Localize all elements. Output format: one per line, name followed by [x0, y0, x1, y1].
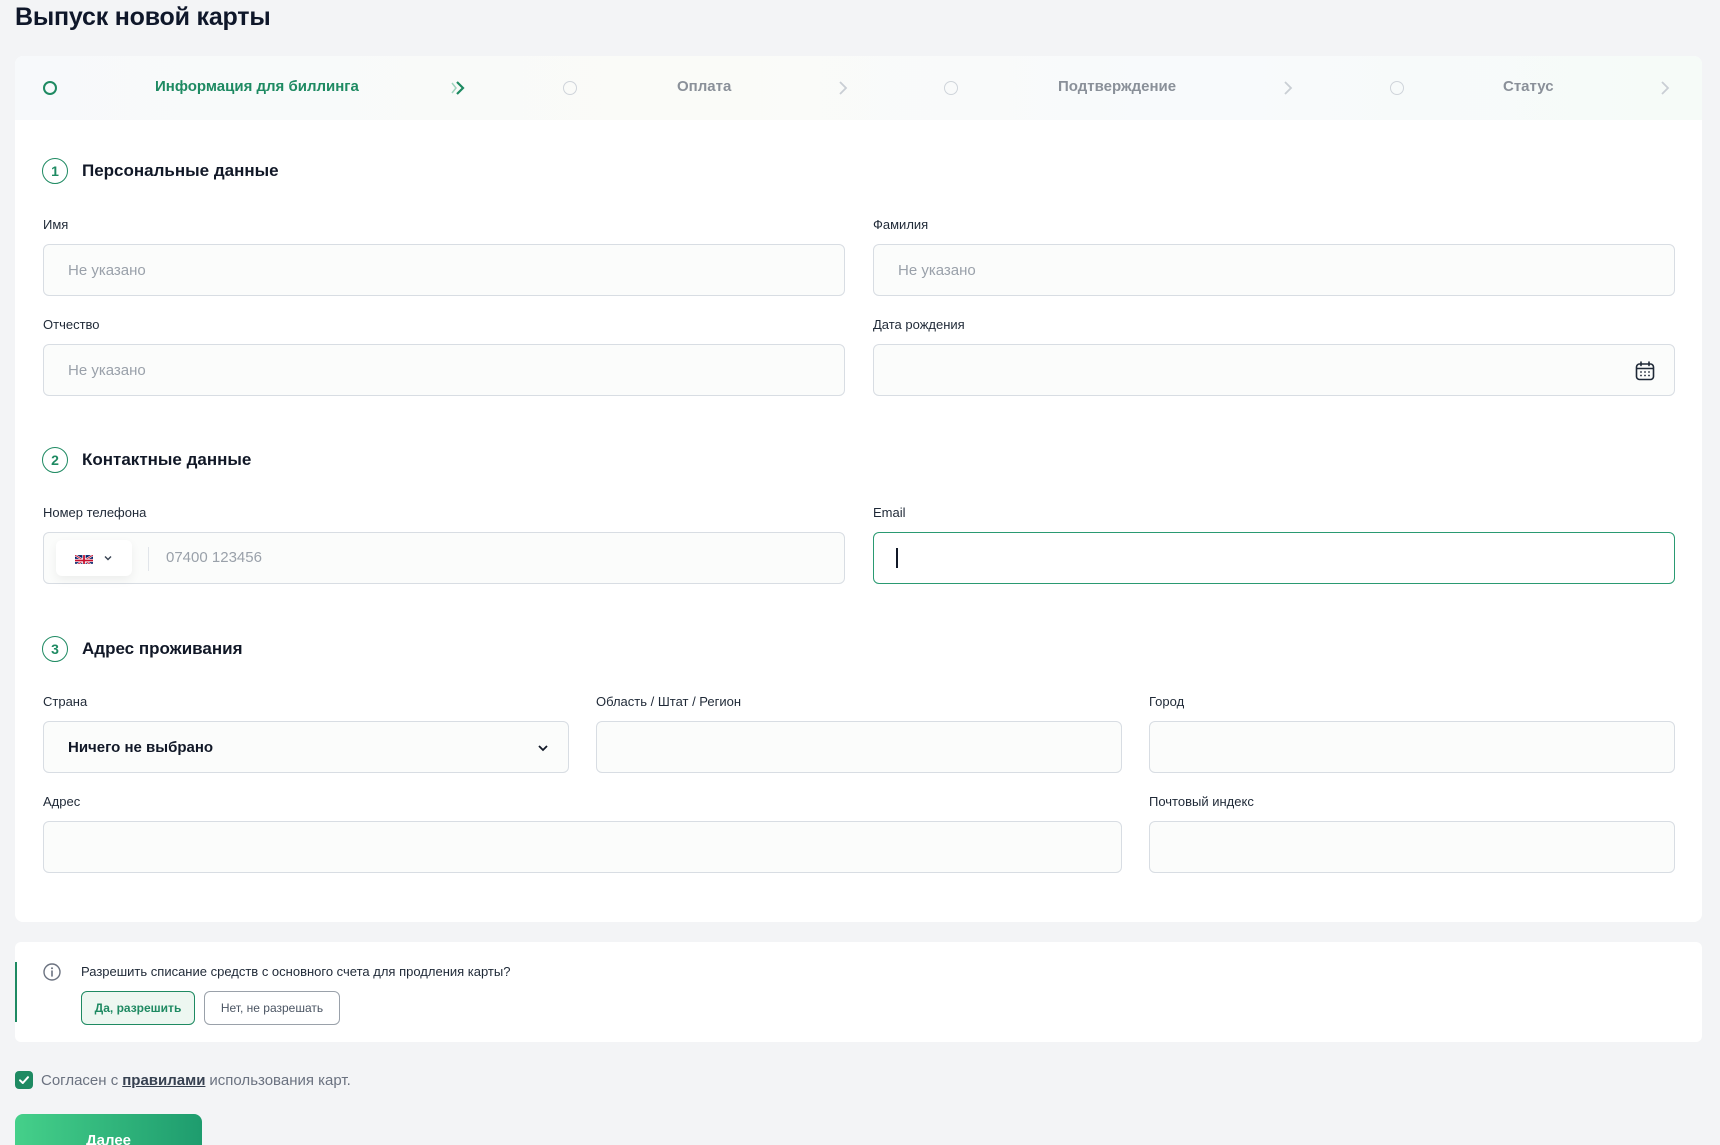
- country-select[interactable]: Ничего не выбрано: [43, 721, 569, 773]
- terms-suffix: использования карт.: [209, 1071, 351, 1089]
- country-code-dropdown[interactable]: [56, 540, 132, 576]
- step-indicator-confirmation: [944, 81, 958, 95]
- address-label: Адрес: [43, 794, 81, 809]
- step-confirmation[interactable]: Подтверждение: [1058, 78, 1176, 95]
- stepper: Информация для биллинга Оплата Подтвержд…: [15, 56, 1702, 120]
- terms-link[interactable]: правилами: [122, 1072, 205, 1089]
- middle-name-input[interactable]: Не указано: [43, 344, 845, 396]
- first-name-input[interactable]: Не указано: [43, 244, 845, 296]
- terms-checkbox[interactable]: [15, 1071, 33, 1089]
- first-name-placeholder: Не указано: [68, 261, 146, 279]
- middle-name-label: Отчество: [43, 317, 100, 332]
- step-payment[interactable]: Оплата: [677, 78, 731, 95]
- email-label: Email: [873, 505, 906, 520]
- birth-date-label: Дата рождения: [873, 317, 965, 332]
- section-address-header: 3 Адрес проживания: [42, 636, 243, 662]
- billing-form-card: Информация для биллинга Оплата Подтвержд…: [15, 56, 1702, 922]
- phone-label: Номер телефона: [43, 505, 147, 520]
- chevron-right-icon: [451, 81, 465, 95]
- step-indicator-payment: [563, 81, 577, 95]
- birth-date-input[interactable]: [873, 344, 1675, 396]
- chevron-right-icon: [1284, 81, 1293, 95]
- region-label: Область / Штат / Регион: [596, 694, 742, 709]
- autopay-card: Разрешить списание средств с основного с…: [15, 942, 1702, 1042]
- step-indicator-status: [1390, 81, 1404, 95]
- info-icon: [43, 963, 61, 981]
- phone-input[interactable]: 07400 123456: [43, 532, 845, 584]
- page-title: Выпуск новой карты: [15, 3, 271, 31]
- section-number: 3: [42, 636, 68, 662]
- section-number: 1: [42, 158, 68, 184]
- divider: [148, 547, 149, 571]
- check-icon: [19, 1076, 29, 1084]
- section-title: Персональные данные: [82, 161, 279, 180]
- terms-prefix: Согласен с: [41, 1071, 119, 1089]
- postal-code-input[interactable]: [1149, 821, 1675, 873]
- last-name-input[interactable]: Не указано: [873, 244, 1675, 296]
- section-title: Адрес проживания: [82, 639, 243, 658]
- city-label: Город: [1149, 694, 1185, 709]
- chevron-right-icon: [1661, 81, 1670, 95]
- section-contacts-header: 2 Контактные данные: [42, 447, 251, 473]
- address-input[interactable]: [43, 821, 1122, 873]
- step-status[interactable]: Статус: [1503, 78, 1554, 95]
- terms-agreement: Согласен с правилами использования карт.: [15, 1071, 351, 1089]
- chevron-right-icon: [839, 81, 848, 95]
- country-label: Страна: [43, 694, 88, 709]
- chevron-down-icon: [538, 745, 548, 752]
- city-input[interactable]: [1149, 721, 1675, 773]
- calendar-icon[interactable]: [1634, 360, 1656, 382]
- info-accent-bar: [15, 962, 17, 1022]
- section-personal-header: 1 Персональные данные: [42, 158, 279, 184]
- next-button[interactable]: Далее: [15, 1114, 202, 1145]
- step-indicator-billing: [43, 81, 57, 95]
- step-billing[interactable]: Информация для биллинга: [155, 78, 359, 95]
- deny-autopay-button[interactable]: Нет, не разрешать: [204, 991, 340, 1025]
- uk-flag-icon: [75, 553, 93, 564]
- text-caret: [896, 548, 898, 568]
- postal-code-label: Почтовый индекс: [1149, 794, 1254, 809]
- section-number: 2: [42, 447, 68, 473]
- middle-name-placeholder: Не указано: [68, 361, 146, 379]
- autopay-question: Разрешить списание средств с основного с…: [81, 964, 511, 979]
- last-name-label: Фамилия: [873, 217, 929, 232]
- first-name-label: Имя: [43, 217, 69, 232]
- email-input[interactable]: [873, 532, 1675, 584]
- country-value: Ничего не выбрано: [68, 738, 214, 756]
- phone-placeholder: 07400 123456: [166, 549, 262, 566]
- section-title: Контактные данные: [82, 450, 252, 469]
- chevron-down-icon: [104, 556, 112, 561]
- allow-autopay-button[interactable]: Да, разрешить: [81, 991, 195, 1025]
- last-name-placeholder: Не указано: [898, 261, 976, 279]
- region-input[interactable]: [596, 721, 1122, 773]
